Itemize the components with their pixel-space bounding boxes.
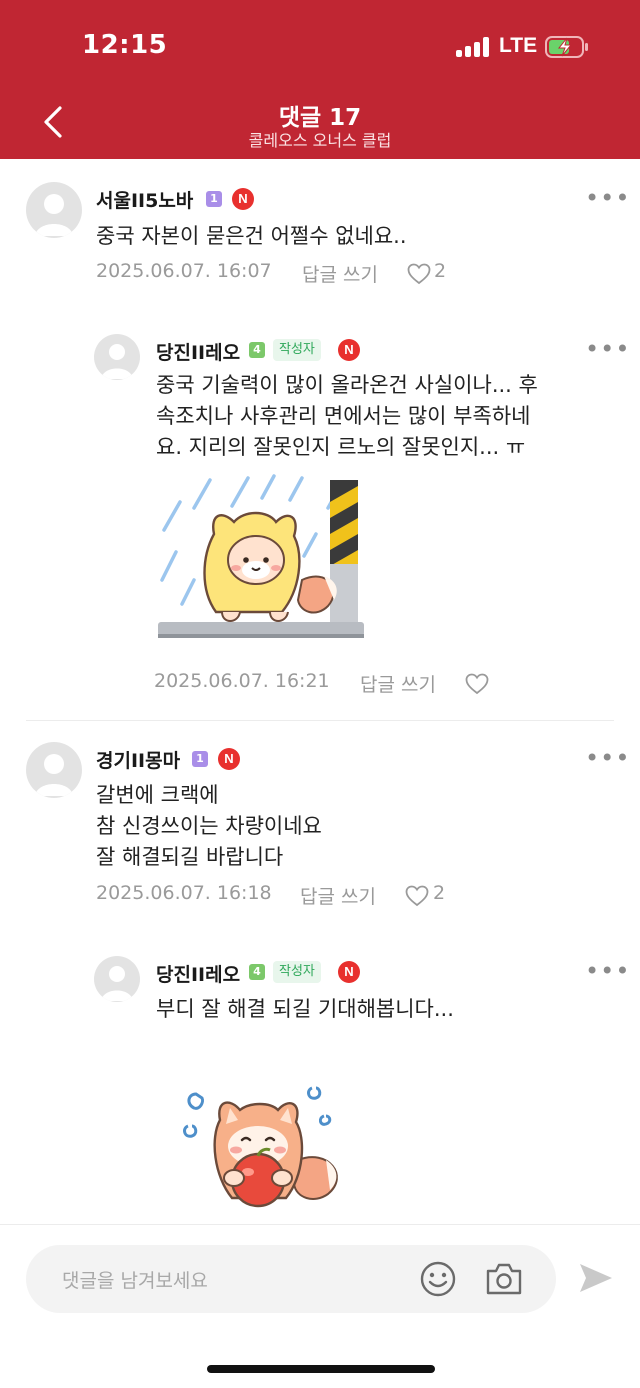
more-options-icon[interactable]: ••• xyxy=(585,337,630,361)
comment-text: 갈변에 크랙에 참 신경쓰이는 차량이네요 잘 해결되길 바랍니다 xyxy=(96,783,322,869)
author-name[interactable]: 당진II레오 xyxy=(156,338,240,365)
comment-text: 부디 잘 해결 되길 기대해봅니다... xyxy=(156,997,454,1021)
comment-text: 중국 기술력이 많이 올라온건 사실이나... 후 속조치나 사후관리 면에서는… xyxy=(156,373,538,459)
new-badge: N xyxy=(338,961,360,983)
apple-fox-sticker xyxy=(183,1086,338,1208)
avatar[interactable] xyxy=(26,182,82,238)
user-placeholder-icon xyxy=(101,966,133,1001)
writer-badge: 작성자 xyxy=(273,961,321,983)
comment-date: 2025.06.07. 16:21 xyxy=(154,670,330,692)
reply-button[interactable]: 답글 쓰기 xyxy=(360,670,436,697)
level-badge: 1 xyxy=(192,751,208,767)
more-options-icon[interactable]: ••• xyxy=(585,186,630,210)
more-options-icon[interactable]: ••• xyxy=(585,959,630,983)
like-icon[interactable] xyxy=(407,263,431,285)
level-badge: 1 xyxy=(206,191,222,207)
page-subtitle: 콜레오스 오너스 클럽 xyxy=(248,131,392,150)
app-header: 12:15 LTE 댓글 17 콜레오스 오너스 클럽 xyxy=(0,0,640,159)
new-badge: N xyxy=(338,339,360,361)
camera-icon[interactable] xyxy=(484,1261,524,1297)
comment-date: 2025.06.07. 16:18 xyxy=(96,882,272,904)
home-indicator xyxy=(207,1365,435,1373)
like-count: 2 xyxy=(434,260,447,282)
divider xyxy=(26,720,614,721)
level-badge: 4 xyxy=(249,964,265,980)
user-placeholder-icon xyxy=(35,194,73,236)
comment-date: 2025.06.07. 16:07 xyxy=(96,260,272,282)
author-name[interactable]: 경기II몽마 xyxy=(96,746,180,773)
send-icon[interactable] xyxy=(578,1261,614,1295)
comment-text: 중국 자본이 묻은건 어쩔수 없네요.. xyxy=(96,224,407,248)
more-options-icon[interactable]: ••• xyxy=(585,746,630,770)
comment-input-placeholder: 댓글을 남겨보세요 xyxy=(62,1270,208,1292)
comment-input-bar: 댓글을 남겨보세요 xyxy=(0,1224,640,1388)
author-name[interactable]: 당진II레오 xyxy=(156,960,240,987)
user-placeholder-icon xyxy=(35,754,73,796)
writer-badge: 작성자 xyxy=(273,339,321,361)
reply-button[interactable]: 답글 쓰기 xyxy=(300,882,376,909)
level-badge: 4 xyxy=(249,342,265,358)
like-icon[interactable] xyxy=(405,885,429,907)
new-badge: N xyxy=(218,748,240,770)
avatar[interactable] xyxy=(94,956,140,1002)
emoji-icon[interactable] xyxy=(419,1260,457,1298)
rain-fox-sticker xyxy=(158,474,364,638)
author-name[interactable]: 서울II5노바 xyxy=(96,186,193,213)
new-badge: N xyxy=(232,188,254,210)
signal-icon xyxy=(456,37,490,57)
network-label: LTE xyxy=(499,34,538,57)
avatar[interactable] xyxy=(94,334,140,380)
user-placeholder-icon xyxy=(101,344,133,379)
avatar[interactable] xyxy=(26,742,82,798)
reply-button[interactable]: 답글 쓰기 xyxy=(302,260,378,287)
like-count: 2 xyxy=(433,882,446,904)
status-time: 12:15 xyxy=(82,30,168,60)
like-icon[interactable] xyxy=(465,673,489,695)
battery-icon xyxy=(545,36,588,58)
comment-input[interactable]: 댓글을 남겨보세요 xyxy=(26,1245,556,1313)
